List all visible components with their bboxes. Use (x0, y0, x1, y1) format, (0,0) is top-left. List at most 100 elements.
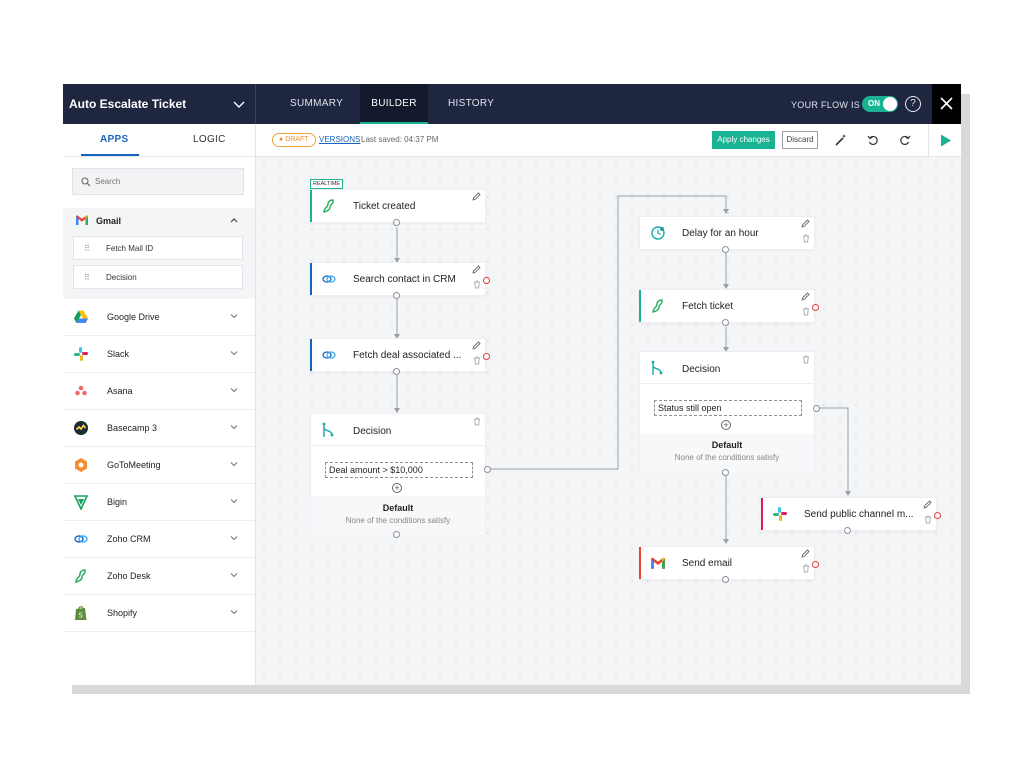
chevron-down-icon[interactable] (229, 385, 239, 395)
edit-icon[interactable] (801, 219, 810, 228)
app-row-zoho-crm[interactable]: Zoho CRM (63, 521, 255, 558)
node-port[interactable] (722, 246, 729, 253)
versions-link[interactable]: VERSIONS (319, 135, 360, 144)
condition-port[interactable] (484, 466, 491, 473)
trash-icon[interactable] (802, 234, 810, 243)
decision-header: Decision (640, 352, 814, 384)
gmail-action-fetch-mail-id[interactable]: ⠿ Fetch Mail ID (73, 236, 243, 260)
search-input[interactable] (95, 177, 235, 186)
node-port[interactable] (844, 527, 851, 534)
search-box[interactable] (72, 168, 244, 195)
add-condition-icon[interactable]: + (392, 483, 402, 493)
tab-history[interactable]: HISTORY (448, 84, 494, 124)
node-send-slack[interactable]: Send public channel m... (761, 497, 941, 531)
edit-icon[interactable] (472, 192, 481, 201)
edit-icon[interactable] (472, 341, 481, 350)
chevron-down-icon[interactable] (229, 496, 239, 506)
drag-handle-icon[interactable]: ⠿ (84, 244, 90, 253)
flow-title[interactable]: Auto Escalate Ticket (69, 97, 186, 111)
last-saved-text: Last saved: 04:37 PM (361, 135, 439, 144)
tab-apps[interactable]: APPS (100, 134, 128, 145)
edit-icon[interactable] (472, 265, 481, 274)
node-port[interactable] (393, 531, 400, 538)
app-row-shopify[interactable]: S Shopify (63, 595, 255, 632)
run-flow-button[interactable] (928, 124, 961, 157)
chevron-down-icon[interactable] (231, 96, 247, 112)
node-port[interactable] (722, 469, 729, 476)
magic-wand-icon[interactable] (834, 133, 848, 147)
node-decision-status[interactable]: Decision Status still open + Default Non… (639, 351, 815, 473)
edit-icon[interactable] (801, 549, 810, 558)
apply-changes-button[interactable]: Apply changes (712, 131, 775, 149)
error-indicator (812, 561, 819, 568)
node-port[interactable] (722, 576, 729, 583)
node-ticket-created[interactable]: Ticket created (310, 189, 486, 223)
gmail-section-label[interactable]: Gmail (96, 216, 121, 226)
node-fetch-ticket[interactable]: Fetch ticket (639, 289, 819, 323)
node-search-contact[interactable]: Search contact in CRM (310, 262, 490, 296)
redo-icon[interactable] (898, 133, 912, 147)
condition-port[interactable] (813, 405, 820, 412)
node-port[interactable] (722, 319, 729, 326)
node-fetch-deal[interactable]: Fetch deal associated ... (310, 338, 490, 372)
trash-icon[interactable] (473, 280, 481, 289)
edit-icon[interactable] (923, 500, 932, 509)
zoho-desk-icon (652, 299, 663, 313)
flow-on-toggle[interactable]: ON (862, 96, 898, 112)
app-label: Zoho CRM (107, 534, 151, 544)
shopify-icon: S (75, 606, 87, 620)
node-delay[interactable]: Delay for an hour (639, 216, 815, 250)
tab-summary[interactable]: SUMMARY (290, 84, 343, 124)
help-icon[interactable]: ? (905, 96, 921, 112)
flow-builder-window: Auto Escalate Ticket SUMMARY BUILDER HIS… (63, 84, 961, 685)
add-condition-icon[interactable]: + (721, 420, 731, 430)
flow-canvas[interactable]: REALTIME Ticket created Search contact i… (256, 157, 961, 685)
node-port[interactable] (393, 292, 400, 299)
node-send-email[interactable]: Send email (639, 546, 819, 580)
app-row-zoho-desk[interactable]: Zoho Desk (63, 558, 255, 595)
discard-button[interactable]: Discard (782, 131, 818, 149)
default-subtitle: None of the conditions satisfy (345, 516, 451, 525)
edit-icon[interactable] (801, 292, 810, 301)
node-accent (310, 190, 312, 222)
chevron-down-icon[interactable] (229, 533, 239, 543)
undo-icon[interactable] (866, 133, 880, 147)
chevron-down-icon[interactable] (229, 311, 239, 321)
app-row-gotomeeting[interactable]: GoToMeeting (63, 447, 255, 484)
condition-deal-amount[interactable]: Deal amount > $10,000 (325, 462, 473, 478)
app-row-slack[interactable]: Slack (63, 336, 255, 373)
trash-icon[interactable] (802, 355, 810, 364)
chevron-down-icon[interactable] (229, 607, 239, 617)
chevron-down-icon[interactable] (229, 422, 239, 432)
chevron-down-icon[interactable] (229, 348, 239, 358)
app-row-basecamp[interactable]: Basecamp 3 (63, 410, 255, 447)
trash-icon[interactable] (473, 417, 481, 426)
app-row-bigin[interactable]: Bigin (63, 484, 255, 521)
node-port[interactable] (393, 219, 400, 226)
tab-builder[interactable]: BUILDER (360, 84, 428, 124)
trash-icon[interactable] (924, 515, 932, 524)
node-label: Ticket created (353, 201, 416, 212)
app-label: Google Drive (107, 312, 160, 322)
app-row-asana[interactable]: Asana (63, 373, 255, 410)
error-indicator (483, 353, 490, 360)
close-button[interactable] (932, 84, 961, 124)
default-subtitle: None of the conditions satisfy (674, 453, 780, 462)
tab-logic[interactable]: LOGIC (193, 134, 226, 145)
trash-icon[interactable] (802, 564, 810, 573)
app-row-google-drive[interactable]: Google Drive (63, 299, 255, 336)
node-decision-deal-amount[interactable]: Decision Deal amount > $10,000 + Default… (310, 413, 486, 535)
decision-branch-icon (322, 422, 334, 437)
chevron-up-icon[interactable] (229, 215, 239, 225)
chevron-down-icon[interactable] (229, 459, 239, 469)
condition-status-open[interactable]: Status still open (654, 400, 802, 416)
gmail-action-decision[interactable]: ⠿ Decision (73, 265, 243, 289)
trash-icon[interactable] (473, 356, 481, 365)
trash-icon[interactable] (802, 307, 810, 316)
app-label: Basecamp 3 (107, 423, 158, 433)
zoho-desk-icon (75, 569, 86, 584)
drag-handle-icon[interactable]: ⠿ (84, 273, 90, 282)
app-label: Bigin (107, 497, 128, 507)
node-port[interactable] (393, 368, 400, 375)
chevron-down-icon[interactable] (229, 570, 239, 580)
